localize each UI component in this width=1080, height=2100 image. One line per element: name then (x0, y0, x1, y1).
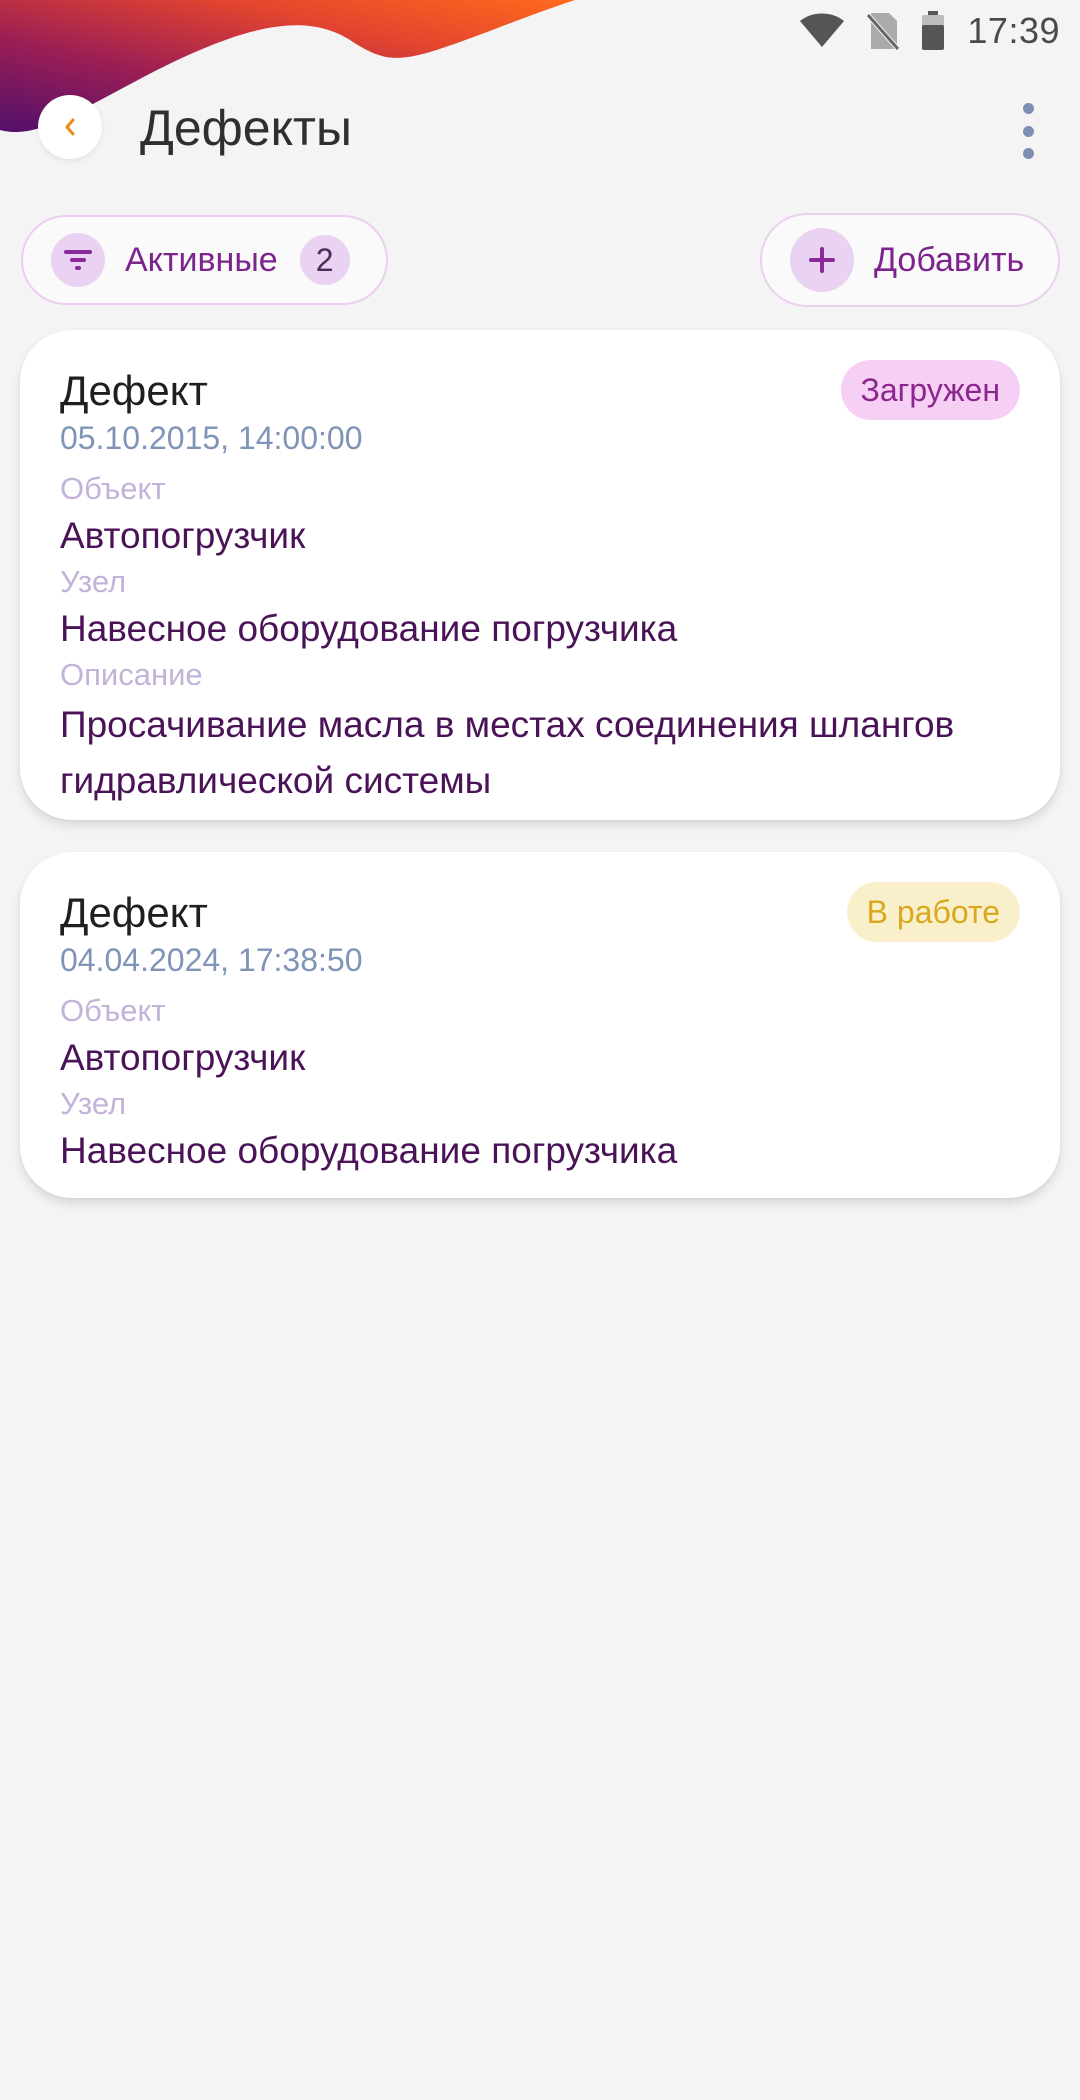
add-button-label: Добавить (874, 240, 1025, 279)
screen: 17:39 Дефекты Активные 2 Добавить Дефект… (0, 0, 1080, 2100)
object-label: Объект (60, 471, 166, 506)
defect-card[interactable]: Дефект 05.10.2015, 14:00:00 Загружен Объ… (20, 330, 1060, 820)
more-menu-button[interactable] (1016, 103, 1040, 159)
node-value: Навесное оборудование погрузчика (60, 608, 678, 649)
defect-date: 04.04.2024, 17:38:50 (60, 942, 363, 978)
node-label: Узел (60, 564, 127, 599)
object-value: Автопогрузчик (60, 1037, 306, 1078)
back-button[interactable] (38, 95, 102, 159)
clock: 17:39 (967, 10, 1060, 51)
description-label: Описание (60, 657, 203, 692)
plus-icon (790, 228, 854, 292)
defect-card[interactable]: Дефект 04.04.2024, 17:38:50 В работе Объ… (20, 852, 1060, 1198)
status-badge: В работе (846, 882, 1020, 942)
more-vertical-icon (1022, 148, 1034, 159)
no-sim-icon (867, 13, 900, 51)
add-defect-button[interactable]: Добавить (760, 213, 1060, 307)
wifi-icon (800, 13, 845, 47)
description-value: Просачивание масла в местах соединения ш… (60, 704, 955, 801)
filter-label: Активные (125, 240, 278, 279)
app-bar: Дефекты (0, 95, 1080, 165)
active-filter-chip[interactable]: Активные 2 (21, 215, 388, 305)
chevron-left-icon (65, 118, 75, 136)
object-value: Автопогрузчик (60, 515, 306, 556)
node-value: Навесное оборудование погрузчика (60, 1130, 678, 1171)
battery-icon (922, 11, 945, 50)
page-title: Дефекты (140, 100, 352, 156)
more-vertical-icon (1022, 125, 1034, 137)
filter-count-badge: 2 (299, 235, 350, 285)
status-badge: Загружен (840, 360, 1020, 420)
filter-icon (51, 233, 105, 287)
more-vertical-icon (1022, 103, 1034, 114)
object-label: Объект (60, 993, 166, 1028)
defect-date: 05.10.2015, 14:00:00 (60, 420, 363, 456)
node-label: Узел (60, 1086, 127, 1121)
status-bar: 17:39 (799, 0, 1080, 62)
